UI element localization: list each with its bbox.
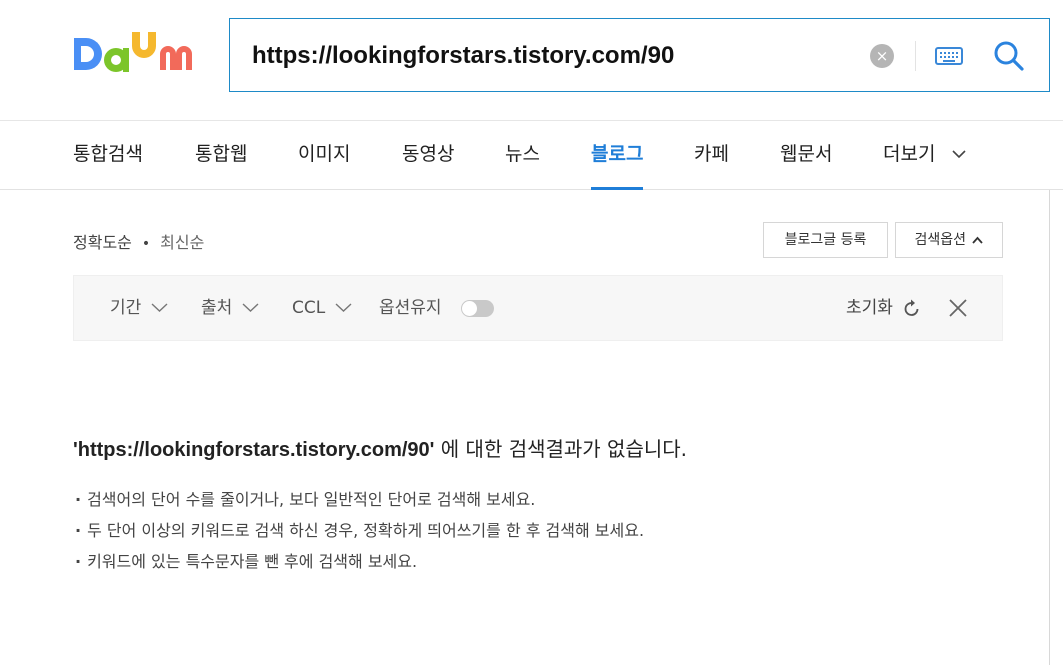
search-icon[interactable] xyxy=(992,39,1026,73)
reset-label: 초기화 xyxy=(846,298,893,318)
chevron-down-icon xyxy=(951,150,966,159)
filter-period-label: 기간 xyxy=(110,298,142,318)
sort-accuracy[interactable]: 정확도순 xyxy=(73,233,132,252)
chevron-down-icon xyxy=(151,303,168,312)
no-result-query: 'https://lookingforstars.tistory.com/90' xyxy=(73,439,435,461)
no-result-text: 에 대한 검색결과가 없습니다. xyxy=(440,437,688,461)
tab-more[interactable]: 더보기 xyxy=(883,121,966,190)
no-result-message: 'https://lookingforstars.tistory.com/90'… xyxy=(73,433,687,462)
register-blog-button[interactable]: 블로그글 등록 xyxy=(763,222,888,258)
tip-item: 키워드에 있는 특수문자를 뺀 후에 검색해 보세요. xyxy=(75,546,644,577)
tab-web-integrated[interactable]: 통합웹 xyxy=(195,121,247,190)
tab-integrated[interactable]: 통합검색 xyxy=(73,121,143,190)
filter-period[interactable]: 기간 xyxy=(110,276,168,340)
keep-options-label: 옵션유지 xyxy=(379,298,442,318)
search-input[interactable] xyxy=(252,37,852,75)
search-divider xyxy=(915,41,916,71)
filter-source-label: 출처 xyxy=(201,298,233,318)
refresh-icon xyxy=(904,299,919,316)
clear-search-button[interactable]: × xyxy=(870,44,894,68)
chevron-down-icon xyxy=(242,303,259,312)
chevron-down-icon xyxy=(335,303,352,312)
search-tabs: 통합검색 통합웹 이미지 동영상 뉴스 블로그 카페 웹문서 더보기 xyxy=(0,121,1063,190)
filter-source[interactable]: 출처 xyxy=(201,276,259,340)
keep-options-toggle[interactable] xyxy=(461,300,494,317)
tip-item: 검색어의 단어 수를 줄이거나, 보다 일반적인 단어로 검색해 보세요. xyxy=(75,484,644,515)
filter-ccl-label: CCL xyxy=(292,298,326,318)
tab-blog[interactable]: 블로그 xyxy=(591,121,644,190)
close-icon[interactable] xyxy=(946,296,970,320)
sort-separator: • xyxy=(141,236,151,252)
tab-news[interactable]: 뉴스 xyxy=(505,121,540,190)
search-tips: 검색어의 단어 수를 줄이거나, 보다 일반적인 단어로 검색해 보세요. 두 … xyxy=(75,484,644,577)
search-box: × xyxy=(229,18,1050,92)
chevron-up-icon xyxy=(972,236,984,244)
search-options-label: 검색옵션 xyxy=(914,232,967,248)
sort-latest[interactable]: 최신순 xyxy=(160,233,204,252)
reset-filters-button[interactable]: 초기화 xyxy=(846,276,920,340)
search-options-button[interactable]: 검색옵션 xyxy=(895,222,1003,258)
keyboard-icon[interactable] xyxy=(935,45,963,67)
filter-ccl[interactable]: CCL xyxy=(292,276,352,340)
tab-videos[interactable]: 동영상 xyxy=(402,121,454,190)
daum-logo[interactable] xyxy=(72,30,202,82)
scrollbar-track[interactable] xyxy=(1049,190,1050,665)
sort-options: 정확도순 • 최신순 xyxy=(73,229,204,253)
tab-images[interactable]: 이미지 xyxy=(298,121,350,190)
filter-bar: 기간 출처 CCL 옵션유지 초기화 xyxy=(73,275,1003,341)
tab-more-label: 더보기 xyxy=(883,143,936,165)
toggle-knob xyxy=(462,301,477,316)
tip-item: 두 단어 이상의 키워드로 검색 하신 경우, 정확하게 띄어쓰기를 한 후 검… xyxy=(75,515,644,546)
header: × xyxy=(0,0,1063,121)
tab-cafe[interactable]: 카페 xyxy=(694,121,729,190)
tab-web-docs[interactable]: 웹문서 xyxy=(780,121,832,190)
